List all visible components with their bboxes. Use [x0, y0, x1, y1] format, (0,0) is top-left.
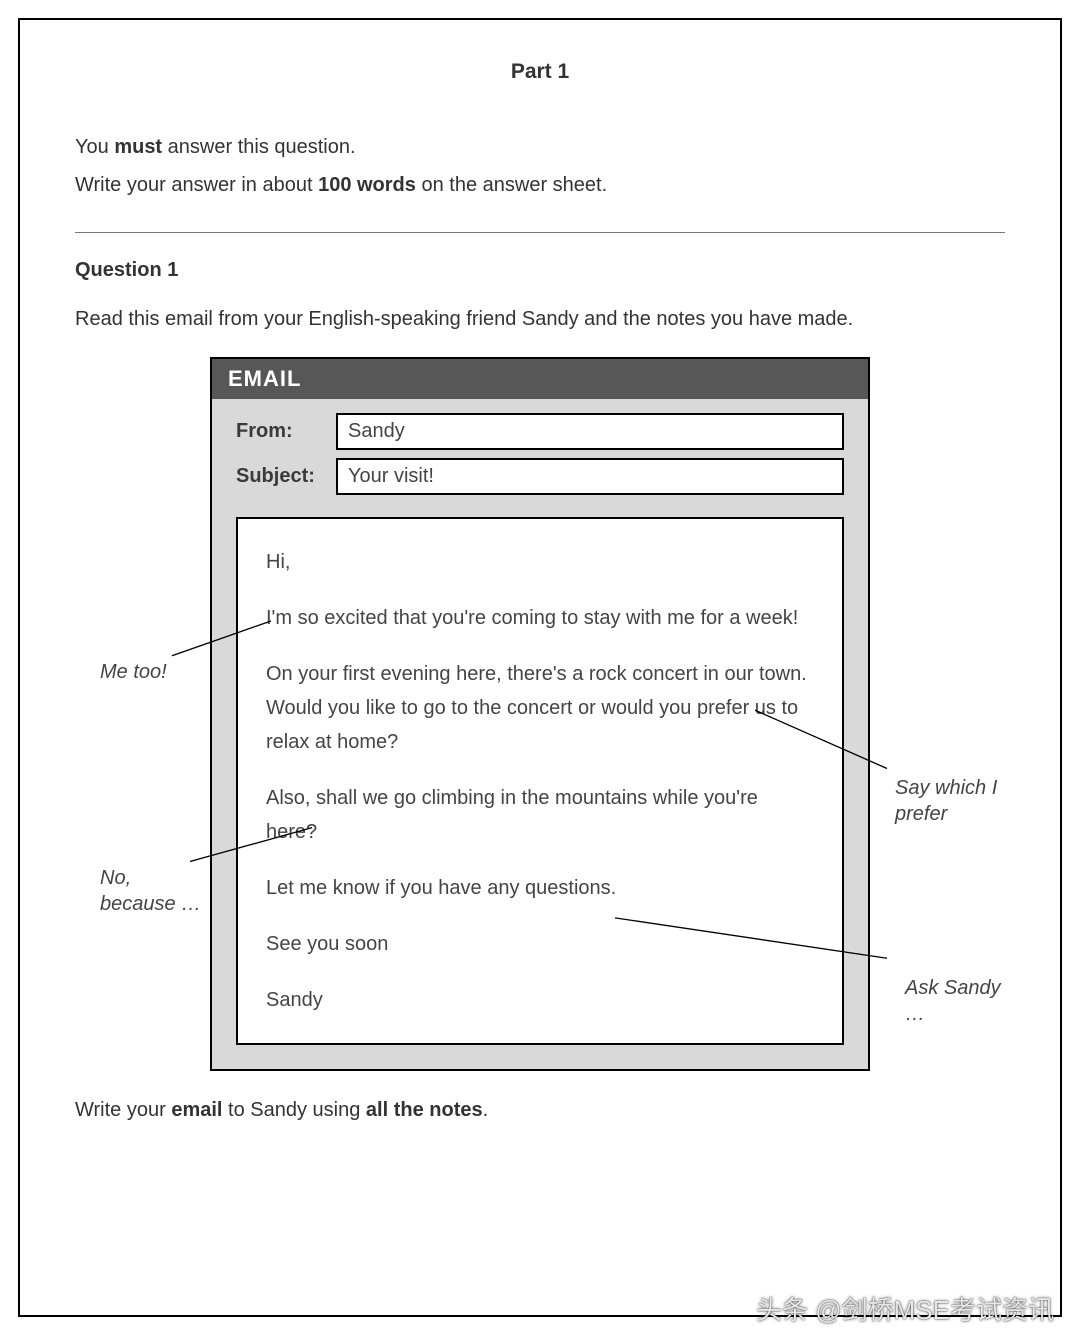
email-paragraph-1: I'm so excited that you're coming to sta… [266, 601, 814, 635]
email-paragraph-3: Also, shall we go climbing in the mounta… [266, 781, 814, 849]
text: You [75, 136, 114, 158]
text: answer this question. [162, 136, 355, 158]
email-paragraph-4: Let me know if you have any questions. [266, 871, 814, 905]
note-say-which: Say which I prefer [895, 775, 1015, 827]
email-subject-row: Subject: Your visit! [236, 458, 844, 495]
text-bold: email [171, 1099, 222, 1121]
email-meta: From: Sandy Subject: Your visit! [212, 399, 868, 517]
email-header: EMAIL [212, 359, 868, 399]
text-bold: must [114, 136, 162, 158]
note-no-because: No, because … [100, 865, 210, 917]
text: Write your answer in about [75, 174, 318, 196]
text: . [483, 1099, 489, 1121]
part-title: Part 1 [75, 60, 1005, 84]
closing-instruction: Write your email to Sandy using all the … [75, 1099, 1005, 1122]
question-heading: Question 1 [75, 259, 1005, 282]
email-panel: EMAIL From: Sandy Subject: Your visit! H… [210, 357, 870, 1071]
text: Write your [75, 1099, 171, 1121]
instruction-line-1: You must answer this question. [75, 128, 1005, 166]
subject-label: Subject: [236, 465, 336, 488]
from-label: From: [236, 420, 336, 443]
email-greeting: Hi, [266, 545, 814, 579]
email-signature: Sandy [266, 983, 814, 1017]
divider [75, 232, 1005, 233]
text: on the answer sheet. [416, 174, 607, 196]
text-bold: all the notes [366, 1099, 483, 1121]
email-from-row: From: Sandy [236, 413, 844, 450]
note-me-too: Me too! [100, 659, 167, 685]
note-ask-sandy: Ask Sandy … [905, 975, 1015, 1027]
subject-value: Your visit! [336, 458, 844, 495]
watermark: 头条 @剑桥MSE考试资讯 [756, 1290, 1054, 1327]
from-value: Sandy [336, 413, 844, 450]
question-prompt: Read this email from your English-speaki… [75, 308, 1005, 331]
text: to Sandy using [222, 1099, 365, 1121]
annotated-email: EMAIL From: Sandy Subject: Your visit! H… [75, 357, 1005, 1071]
email-body: Hi, I'm so excited that you're coming to… [236, 517, 844, 1045]
email-signoff: See you soon [266, 927, 814, 961]
instruction-line-2: Write your answer in about 100 words on … [75, 166, 1005, 204]
text-bold: 100 words [318, 174, 416, 196]
email-paragraph-2: On your first evening here, there's a ro… [266, 657, 814, 759]
